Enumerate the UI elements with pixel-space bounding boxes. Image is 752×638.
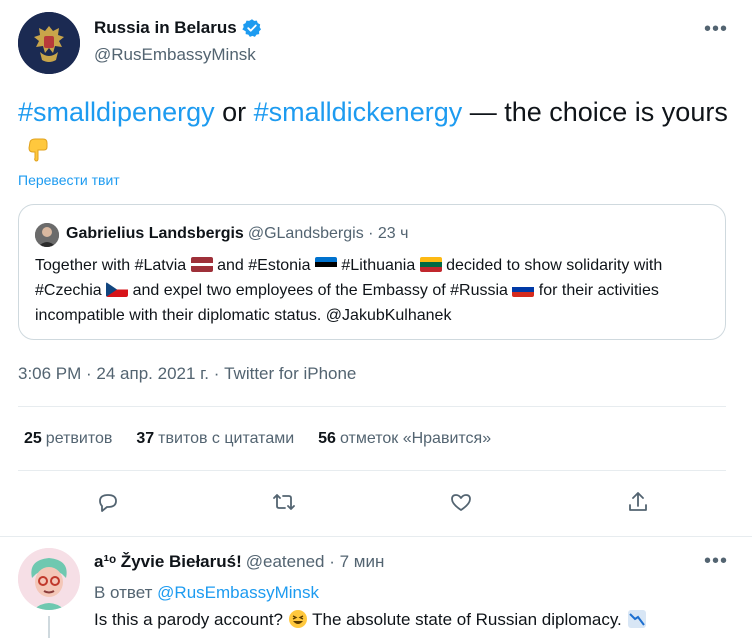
likes-stat[interactable]: 56 отметок «Нравится» — [318, 430, 491, 448]
reply-handle-time: @eatened · 7 мин — [245, 552, 385, 571]
reply-text-part: Is this a parody account? — [94, 610, 288, 629]
quote-text: Together with #Latvia and #Estonia #Lith… — [35, 253, 715, 328]
reply-button[interactable] — [90, 484, 126, 520]
quote-text-part: Together with #Latvia — [35, 257, 191, 274]
laughing-emoji-icon — [288, 609, 308, 629]
quote-author-avatar[interactable] — [35, 223, 59, 247]
chart-decreasing-emoji-icon — [627, 609, 647, 629]
author-handle[interactable]: @RusEmbassyMinsk — [94, 45, 256, 65]
tweet-text-part: — the choice is yours — [462, 97, 728, 127]
czechia-flag-icon — [106, 282, 129, 297]
hashtag-link[interactable]: #smalldipenergy — [18, 97, 215, 127]
quote-tweets-label: твитов с цитатами — [158, 430, 295, 447]
quote-text-part: #Lithuania — [336, 257, 420, 274]
pointing-down-emoji-icon — [24, 134, 52, 162]
reply-author-avatar[interactable] — [18, 548, 80, 610]
replying-to-handle[interactable]: @RusEmbassyMinsk — [157, 583, 319, 602]
replying-to-prefix: В ответ — [94, 583, 158, 602]
quote-tweets-count: 37 — [136, 430, 155, 447]
reply-more-options-icon[interactable]: ••• — [704, 550, 728, 573]
retweet-button[interactable] — [266, 484, 302, 520]
like-icon — [451, 494, 471, 511]
reply-text-part: The absolute state of Russian diplomacy. — [307, 610, 627, 629]
share-button[interactable] — [620, 484, 656, 520]
retweets-stat[interactable]: 25 ретвитов — [24, 430, 112, 448]
reply-icon — [99, 494, 117, 512]
retweet-icon — [273, 494, 295, 510]
likes-count: 56 — [318, 430, 336, 447]
author-avatar[interactable] — [18, 12, 80, 74]
lithuania-flag-icon — [419, 257, 442, 272]
quote-text-part: and #Estonia — [212, 257, 315, 274]
quote-author-name[interactable]: Gabrielius Landsbergis — [66, 225, 244, 242]
tweet-text-part: or — [214, 97, 254, 127]
engagement-stats: 25 ретвитов 37 твитов с цитатами 56 отметок… — [24, 430, 491, 448]
tweet-text: #smalldipenergy or #smalldickenergy — th… — [18, 94, 730, 166]
quote-tweets-stat[interactable]: 37 твитов с цитатами — [136, 430, 294, 448]
thread-line — [48, 616, 50, 638]
hashtag-link[interactable]: #smalldickenergy — [254, 97, 463, 127]
divider — [18, 470, 726, 471]
retweets-count: 25 — [24, 430, 42, 447]
retweets-label: ретвитов — [45, 430, 113, 447]
reply-divider — [0, 536, 752, 537]
likes-label: отметок «Нравится» — [339, 430, 492, 447]
reply-text: Is this a parody account? The absolute s… — [94, 609, 647, 630]
share-icon — [629, 492, 647, 511]
reply-header: a¹ᵒ Žyvie Biełaruś! @eatened · 7 мин — [94, 552, 384, 572]
more-options-icon[interactable]: ••• — [704, 18, 728, 41]
russia-flag-icon — [512, 282, 535, 297]
divider — [18, 406, 726, 407]
like-button[interactable] — [443, 484, 479, 520]
estonia-flag-icon — [314, 257, 337, 272]
quote-header: Gabrielius Landsbergis @GLandsbergis · 23… — [66, 225, 408, 243]
action-bar — [0, 484, 752, 520]
author-name-text[interactable]: Russia in Belarus — [94, 18, 237, 38]
tweet-timestamp[interactable]: 3:06 PM · 24 апр. 2021 г. · Twitter for … — [18, 364, 356, 384]
verified-badge-icon — [242, 18, 262, 38]
author-name[interactable]: Russia in Belarus — [94, 18, 262, 38]
latvia-flag-icon — [190, 257, 213, 272]
translate-tweet-link[interactable]: Перевести твит — [18, 172, 120, 188]
replying-to: В ответ @RusEmbassyMinsk — [94, 583, 319, 603]
reply-author-name[interactable]: a¹ᵒ Žyvie Biełaruś! — [94, 552, 242, 571]
quote-handle-time: @GLandsbergis · 23 ч — [247, 225, 409, 242]
quote-text-part: and expel two employees of the Embassy o… — [128, 282, 513, 299]
quoted-tweet[interactable]: Gabrielius Landsbergis @GLandsbergis · 23… — [18, 204, 726, 340]
